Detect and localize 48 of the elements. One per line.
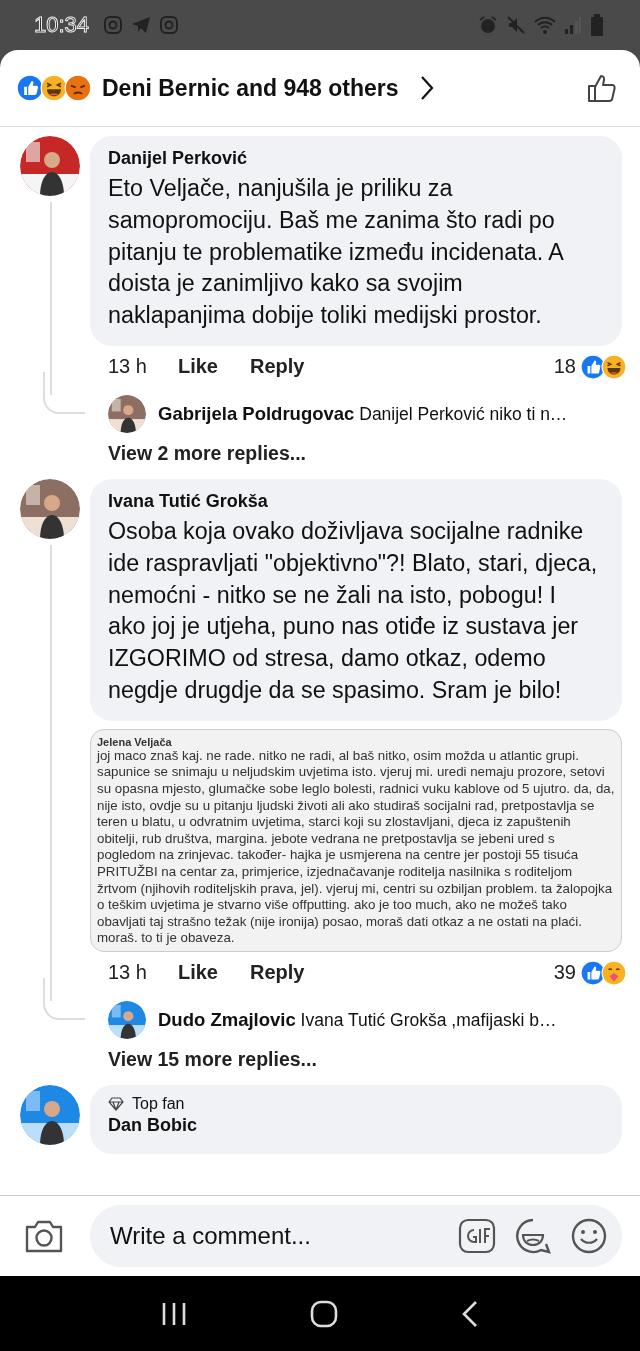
like-link[interactable]: Like	[177, 355, 218, 379]
sticker-icon[interactable]	[514, 1217, 552, 1255]
screenshot-author: Jelena Veljača	[97, 735, 173, 748]
comment-field[interactable]: Write a comment...	[90, 1205, 622, 1267]
comment-author[interactable]: Ivana Tutić Grokša	[108, 491, 604, 512]
angry-emoji-icon	[64, 74, 92, 102]
thread-connector	[43, 977, 85, 1020]
comment-author[interactable]: Danijel Perković	[108, 148, 604, 169]
alarm-icon	[478, 15, 498, 35]
signal-icon	[564, 15, 582, 35]
comment-input[interactable]: Write a comment...	[108, 1221, 440, 1251]
top-fan-label: Top fan	[132, 1094, 185, 1113]
reply-preview[interactable]: Gabrijela Poldrugovac Danijel Perković niko ti n…	[158, 403, 568, 425]
camera-app-icon	[103, 15, 124, 35]
reaction-count: 18	[553, 355, 576, 379]
comment-time: 13 h	[108, 961, 147, 985]
laughing-emoji-icon	[601, 354, 627, 380]
hugging-emoji-icon	[601, 959, 627, 986]
laughing-emoji-icon	[40, 74, 68, 102]
like-reaction-icon	[580, 354, 606, 380]
view-more-replies-link[interactable]: View 15 more replies...	[90, 1047, 622, 1071]
wifi-icon	[534, 15, 556, 35]
comment-time: 13 h	[108, 355, 147, 379]
paper-plane-icon	[131, 15, 152, 35]
like-link[interactable]: Like	[177, 961, 218, 985]
home-icon[interactable]	[309, 1298, 339, 1329]
camera-icon[interactable]	[24, 1218, 64, 1254]
gif-icon[interactable]	[458, 1218, 496, 1254]
thumbs-up-icon[interactable]	[586, 72, 618, 104]
view-more-replies-link[interactable]: View 2 more replies...	[90, 442, 622, 465]
clock: 10:34	[34, 12, 90, 38]
reply-preview[interactable]: Dudo Zmajlovic Ivana Tutić Grokša ,mafijaski b…	[158, 1008, 557, 1031]
camera-app-icon	[159, 15, 180, 35]
reactors-link[interactable]: Deni Bernic and 948 others	[102, 74, 399, 102]
comment-text: Osoba koja ovako doživljava socijalne radnike ide raspravljati "objektivno"?! Blato, stari, djeca, nemoćni - nitko se ne žali na isto, pobogu! I ako joj je utjeha, puno nas otiđe iz sustava jer IZGORIMO od stresa, damo otkaz, odemo negdje drugdje da se spasimo. Sram je bilo!	[108, 517, 599, 705]
chevron-right-icon[interactable]	[418, 75, 435, 101]
comment-author[interactable]: Dan Bobic	[108, 1114, 604, 1136]
emoji-icon[interactable]	[570, 1217, 608, 1255]
screenshot-text: joj maco znaš kaj. ne rade. nitko ne radi, al baš nitko, osim možda u atlantic grupi. sapunice se snimaju u neljudskim uvjetima isto. vjeruj mi. uredi nemaju prozore, setovi su opasna mjesto, glumačke sobe leglo bolesti, radnici vuku kablove od 5 ujutro. da, da, nije isto, ovdje su u pitanju ljudski životi ali ako studiraš socijalni rad, pretpostavlja se teren u blatu, u odvratnim uvjetima, starci koji su zlostavljani, djeca iz zapuštenih obitelji, rub društva, margina. jebote vedrana ne pretpostavlja se jebeni ured s pogledom na zrinjevac. također- hajka je usmjerena na centre jer postoji 55 tisuća PRITUŽBI na centar za, primjerice, izjednačavanje roditelja nasilnika s roditeljom žrtvom (njihovih roditeljskih prava, jel). vjeruj mi, centri su ozbiljan problem. ta žalopojka o teškim uvjetima je stvarno više offputting. ako je too much, ako ne možeš tako obavljati taj strašno težak (nije ironija) posao, moraš dati otkaz a ne ostati na plaći. moraš. to ti je obaveza.	[97, 747, 615, 947]
mute-icon	[506, 15, 526, 35]
reply-link[interactable]: Reply	[249, 961, 305, 985]
reply-link[interactable]: Reply	[249, 355, 305, 379]
diamond-icon	[108, 1096, 124, 1111]
battery-icon	[590, 14, 604, 36]
reaction-count: 39	[553, 961, 576, 985]
like-reaction-icon	[16, 74, 44, 102]
thread-connector	[43, 372, 85, 414]
comment-text: Eto Veljače, nanjušila je priliku za samopromociju. Baš me zanima što radi po pitanju te problematike između incidenata. A doista je zanimljivo kako sa svojim naklapanjima dobije toliki medijski prostor.	[108, 174, 565, 331]
